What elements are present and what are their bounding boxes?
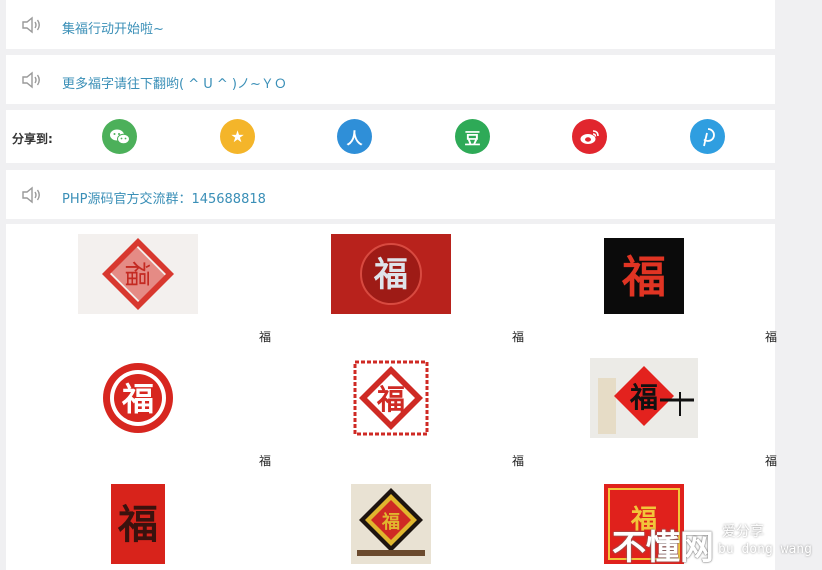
gallery-item[interactable]: 福	[12, 484, 265, 570]
pinterest-icon	[702, 127, 715, 146]
share-renren-button[interactable]: 人	[337, 119, 372, 154]
speaker-icon	[22, 186, 40, 204]
fu-papercut-image[interactable]: 福	[78, 234, 198, 314]
gallery-item[interactable]: 福 福	[518, 358, 777, 470]
share-label: 分享到:	[12, 132, 53, 146]
notice-text-2[interactable]: 更多福字请往下翻哟( ^ U ^ )ノ~ＹＯ	[62, 73, 287, 92]
watermark-pinyin: bu dong wang	[718, 542, 812, 557]
notice-bar-1: 集福行动开始啦~	[6, 0, 775, 49]
gallery-item[interactable]: 福 福	[265, 234, 524, 346]
fu-character: 福	[629, 381, 658, 414]
fu-framed-image[interactable]: 福	[351, 484, 431, 564]
watermark: 不懂网 爱分享 bu dong wang	[612, 518, 822, 568]
fu-character: 福	[381, 511, 400, 533]
speaker-icon	[22, 16, 40, 34]
fu-black-card-image[interactable]: 福	[604, 238, 684, 314]
renren-icon: 人	[346, 128, 363, 148]
watermark-main: 不懂网	[612, 528, 714, 568]
weibo-icon	[580, 129, 599, 144]
fu-calligraphy-image[interactable]: 福	[590, 358, 698, 438]
fu-character: 福	[373, 255, 408, 295]
star-icon: ★	[230, 127, 245, 146]
fu-character: 福	[121, 261, 151, 287]
fu-character: 福	[117, 501, 158, 548]
fu-red-wall-image[interactable]: 福	[331, 234, 451, 314]
douban-icon: 豆	[464, 128, 481, 148]
share-bar: 分享到: ★ 人 豆	[6, 110, 775, 163]
fu-round-papercut-image[interactable]: 福	[98, 358, 178, 438]
fu-character: 福	[121, 380, 154, 418]
caption: 福	[764, 330, 777, 344]
fu-scroll-image[interactable]: 福	[111, 484, 165, 564]
share-pinterest-button[interactable]	[690, 119, 725, 154]
notice-bar-2: 更多福字请往下翻哟( ^ U ^ )ノ~ＹＯ	[6, 55, 775, 104]
notice-bar-3: PHP源码官方交流群：145688818	[6, 170, 775, 219]
gallery-item[interactable]: 福 福	[518, 234, 777, 346]
fu-character: 福	[621, 252, 666, 303]
watermark-side: 爱分享	[722, 524, 764, 540]
notice-text-3[interactable]: PHP源码官方交流群：145688818	[62, 188, 266, 207]
share-wechat-button[interactable]	[102, 119, 137, 154]
gallery-item[interactable]: 福	[265, 484, 518, 570]
fu-character: 福	[376, 383, 405, 416]
notice-text-1[interactable]: 集福行动开始啦~	[62, 18, 164, 37]
gallery-item[interactable]: 福 福	[12, 358, 271, 470]
gallery-item[interactable]: 福 福	[12, 234, 271, 346]
gallery-item[interactable]: 福 福	[265, 358, 524, 470]
share-weibo-button[interactable]	[572, 119, 607, 154]
fu-diamond-papercut-image[interactable]: 福	[351, 358, 431, 438]
speaker-icon	[22, 71, 40, 89]
share-qzone-button[interactable]: ★	[220, 119, 255, 154]
caption: 福	[764, 454, 777, 468]
share-douban-button[interactable]: 豆	[455, 119, 490, 154]
wechat-icon	[109, 129, 130, 144]
